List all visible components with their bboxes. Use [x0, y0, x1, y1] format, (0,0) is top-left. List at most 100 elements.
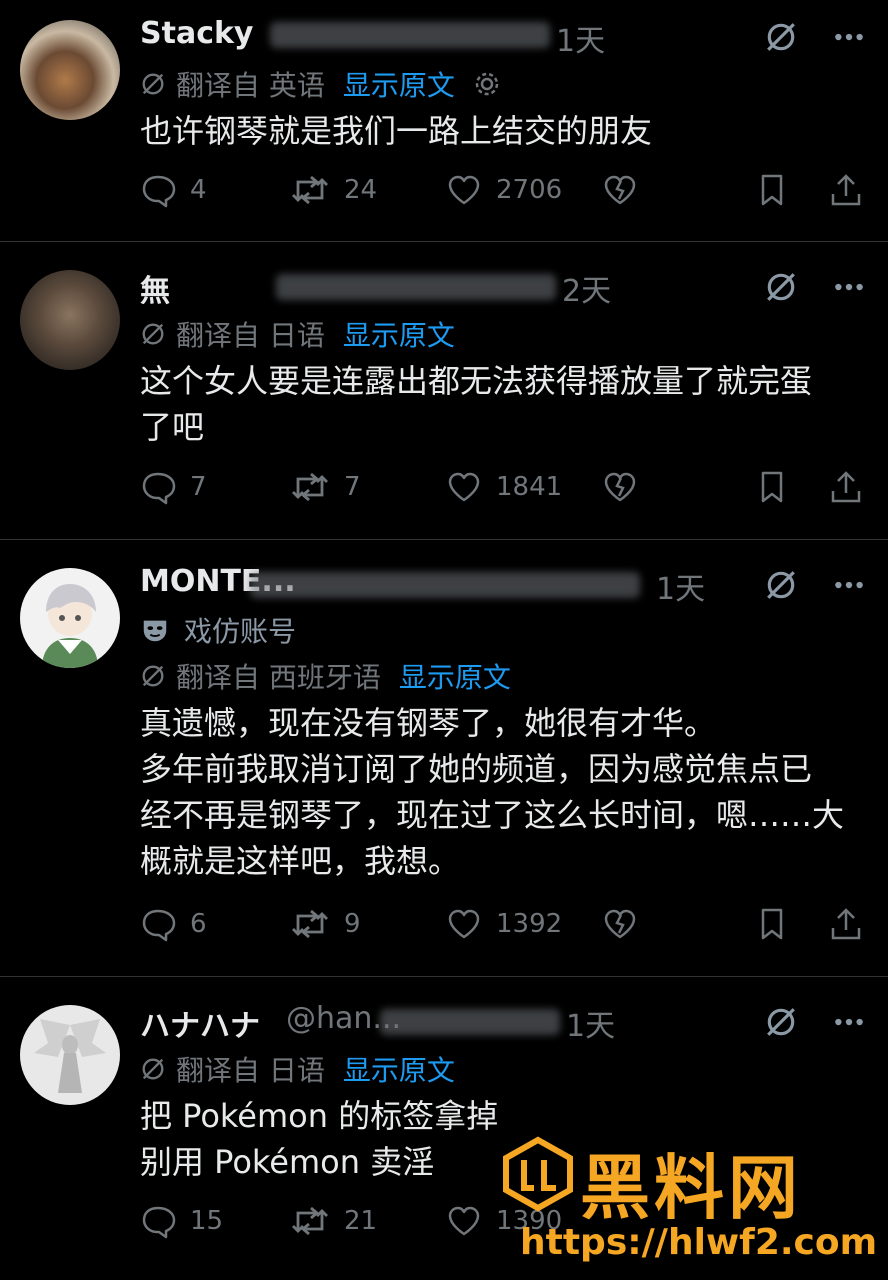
like-count: 1841: [496, 472, 563, 502]
like-icon: [446, 1203, 482, 1239]
post-text-line: 多年前我取消订阅了她的频道，因为感觉焦点已: [140, 750, 813, 788]
share-icon: [828, 469, 864, 505]
avatar[interactable]: [20, 270, 120, 370]
repost-count: 7: [344, 472, 361, 502]
reply-count: 4: [190, 175, 207, 205]
post-time: 2天: [562, 274, 612, 309]
bookmark-button[interactable]: [754, 172, 790, 208]
bookmark-button[interactable]: [754, 469, 790, 505]
avatar[interactable]: [20, 568, 120, 668]
username[interactable]: 無: [140, 266, 170, 310]
parody-badge: 戏仿账号: [140, 610, 296, 650]
dislike-button[interactable]: [602, 469, 638, 505]
reply-icon: [140, 469, 176, 505]
watermark-logo-icon: [503, 1136, 573, 1212]
like-count: 2706: [496, 175, 563, 205]
post[interactable]: MONTE... 1天 戏仿账号 翻译自 西班牙语 显示原文 真遗憾，现在没有钢…: [0, 540, 888, 976]
like-icon: [446, 906, 482, 942]
translate-icon: [140, 321, 166, 347]
share-button[interactable]: [828, 906, 864, 942]
repost-button[interactable]: 9: [290, 906, 361, 942]
action-bar: 6 9 1392: [140, 906, 866, 946]
parody-mask-icon: [140, 615, 170, 645]
post-text: 真遗憾，现在没有钢琴了，她很有才华。 多年前我取消订阅了她的频道，因为感觉焦点已…: [140, 700, 870, 884]
watermark-url: https://hlwf2.com: [520, 1222, 878, 1263]
avatar[interactable]: [20, 20, 120, 120]
show-original-link[interactable]: 显示原文: [343, 64, 455, 104]
post-text-line: 真遗憾，现在没有钢琴了，她很有才华。: [140, 704, 717, 742]
post-time: 1天: [556, 24, 606, 59]
like-button[interactable]: 1392: [446, 906, 562, 942]
avatar-illustration: [42, 584, 98, 668]
bookmark-icon: [754, 906, 790, 942]
dislike-button[interactable]: [602, 906, 638, 942]
repost-icon: [290, 172, 330, 208]
post-text: 也许钢琴就是我们一路上结交的朋友: [140, 108, 870, 154]
handle-redacted: [250, 572, 640, 598]
show-original-link[interactable]: 显示原文: [399, 656, 511, 696]
grok-icon[interactable]: [764, 270, 798, 304]
more-icon[interactable]: [832, 1005, 866, 1039]
reply-count: 15: [190, 1206, 224, 1236]
post-text-line: 也许钢琴就是我们一路上结交的朋友: [140, 112, 653, 150]
reply-button[interactable]: 4: [140, 172, 207, 208]
more-icon[interactable]: [832, 270, 866, 304]
like-button[interactable]: 2706: [446, 172, 562, 208]
reply-button[interactable]: 15: [140, 1203, 223, 1239]
handle-redacted: [270, 22, 550, 48]
repost-icon: [290, 1203, 330, 1239]
bookmark-icon: [754, 172, 790, 208]
share-button[interactable]: [828, 469, 864, 505]
translate-label: 翻译自 日语: [176, 1054, 325, 1087]
bookmark-icon: [754, 469, 790, 505]
repost-count: 21: [344, 1206, 378, 1236]
reply-icon: [140, 172, 176, 208]
repost-button[interactable]: 7: [290, 469, 361, 505]
watermark-brand: 黑料网: [580, 1147, 802, 1229]
reply-count: 7: [190, 472, 207, 502]
translate-icon: [140, 71, 166, 97]
action-bar: 4 24 2706: [140, 172, 866, 212]
post[interactable]: 無 2天 翻译自 日语 显示原文 这个女人要是连露出都无法获得播放量了就完蛋 了…: [0, 242, 888, 538]
post-text-line: 经不再是钢琴了，现在过了这么长时间，嗯……大: [140, 796, 845, 834]
avatar[interactable]: [20, 1005, 120, 1105]
post-text-line: 这个女人要是连露出都无法获得播放量了就完蛋: [140, 362, 813, 400]
repost-count: 24: [344, 175, 378, 205]
show-original-link[interactable]: 显示原文: [343, 1049, 455, 1089]
bookmark-button[interactable]: [754, 906, 790, 942]
more-icon[interactable]: [832, 568, 866, 602]
username[interactable]: Stacky: [140, 16, 253, 51]
reply-icon: [140, 906, 176, 942]
watermark: 黑料网 https://hlwf2.com: [500, 1132, 877, 1272]
handle-redacted: [380, 1009, 560, 1035]
share-icon: [828, 906, 864, 942]
repost-count: 9: [344, 909, 361, 939]
like-icon: [446, 172, 482, 208]
reply-count: 6: [190, 909, 207, 939]
dislike-icon: [602, 172, 638, 208]
grok-icon[interactable]: [764, 568, 798, 602]
reply-button[interactable]: 7: [140, 469, 207, 505]
gear-icon[interactable]: [473, 70, 501, 98]
post[interactable]: Stacky 1天 翻译自 英语 显示原文 也许钢琴就是我们一路上结交的朋友 4…: [0, 0, 888, 240]
more-icon[interactable]: [832, 20, 866, 54]
avatar-illustration: [34, 1019, 106, 1093]
translate-icon: [140, 663, 166, 689]
repost-button[interactable]: 21: [290, 1203, 377, 1239]
repost-icon: [290, 906, 330, 942]
repost-button[interactable]: 24: [290, 172, 377, 208]
like-button[interactable]: 1841: [446, 469, 562, 505]
show-original-link[interactable]: 显示原文: [343, 314, 455, 354]
post-text: 这个女人要是连露出都无法获得播放量了就完蛋 了吧: [140, 358, 870, 450]
username[interactable]: ハナハナ: [140, 1001, 260, 1045]
dislike-button[interactable]: [602, 172, 638, 208]
translate-icon: [140, 1056, 166, 1082]
reply-button[interactable]: 6: [140, 906, 207, 942]
share-icon: [828, 172, 864, 208]
dislike-icon: [602, 906, 638, 942]
share-button[interactable]: [828, 172, 864, 208]
post-time: 1天: [656, 572, 706, 607]
grok-icon[interactable]: [764, 20, 798, 54]
grok-icon[interactable]: [764, 1005, 798, 1039]
translate-label: 翻译自 日语: [176, 319, 325, 352]
